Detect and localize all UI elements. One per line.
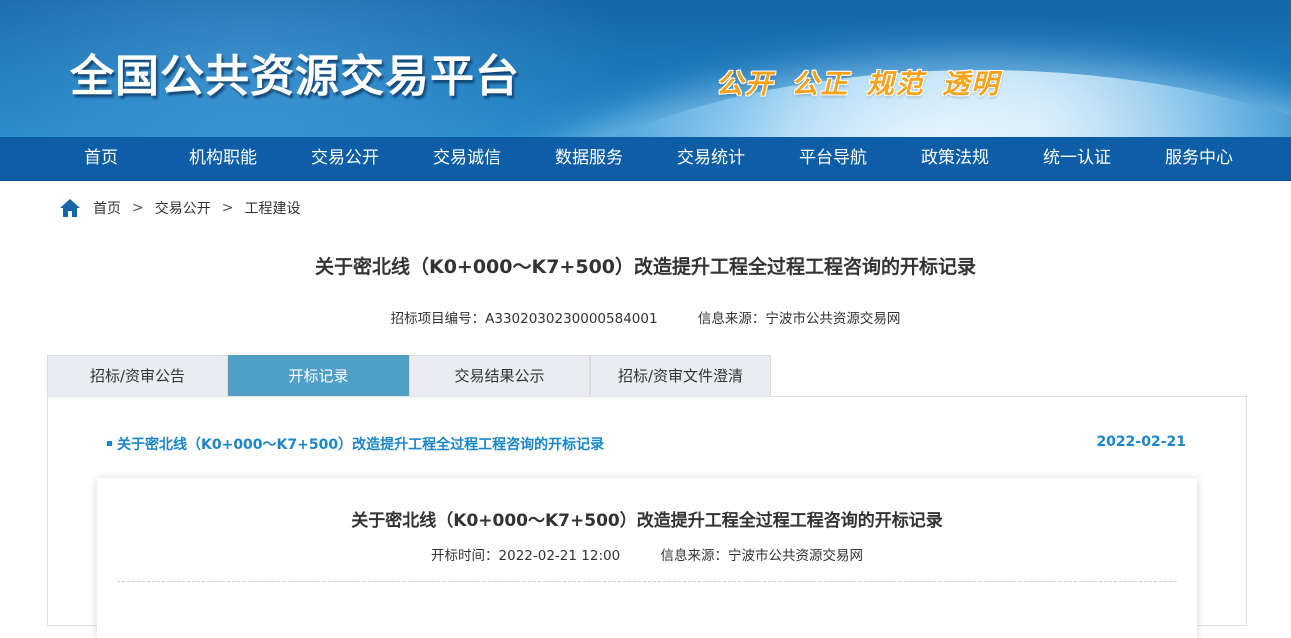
nav-item-trade-disclosure[interactable]: 交易公开	[284, 137, 406, 180]
breadcrumb: 首页 > 交易公开 > 工程建设	[59, 198, 300, 218]
bullet-icon	[107, 440, 112, 446]
home-icon[interactable]	[59, 198, 81, 218]
tab-trade-result[interactable]: 交易结果公示	[409, 355, 590, 396]
breadcrumb-engineering[interactable]: 工程建设	[244, 198, 300, 218]
nav-item-platform-navigation[interactable]: 平台导航	[772, 137, 894, 180]
list-item-date: 2022-02-21	[1096, 434, 1186, 450]
nav-item-home[interactable]: 首页	[40, 137, 162, 180]
nav-item-trade-credit[interactable]: 交易诚信	[406, 137, 528, 180]
breadcrumb-home[interactable]: 首页	[93, 198, 121, 218]
article-meta: 招标项目编号：A3302030230000584001 信息来源：宁波市公共资源…	[0, 307, 1291, 327]
detail-info-source: 信息来源：宁波市公共资源交易网	[660, 548, 863, 564]
list-item-title: 关于密北线（K0+000～K7+500）改造提升工程全过程工程咨询的开标记录	[117, 437, 605, 453]
nav-item-data-services[interactable]: 数据服务	[528, 137, 650, 180]
tab-document-clarification[interactable]: 招标/资审文件澄清	[590, 355, 771, 396]
tab-bar: 招标/资审公告 开标记录 交易结果公示 招标/资审文件澄清	[47, 355, 771, 396]
divider	[117, 581, 1177, 582]
nav-item-trade-statistics[interactable]: 交易统计	[650, 137, 772, 180]
detail-meta: 开标时间：2022-02-21 12:00 信息来源：宁波市公共资源交易网	[97, 544, 1197, 564]
nav-item-agency-functions[interactable]: 机构职能	[162, 137, 284, 180]
breadcrumb-trade-disclosure[interactable]: 交易公开	[155, 198, 211, 218]
detail-card: 关于密北线（K0+000～K7+500）改造提升工程全过程工程咨询的开标记录 开…	[97, 478, 1197, 638]
project-number: 招标项目编号：A3302030230000584001	[390, 311, 658, 327]
list-item: 关于密北线（K0+000～K7+500）改造提升工程全过程工程咨询的开标记录 2…	[107, 434, 1186, 454]
list-item-link[interactable]: 关于密北线（K0+000～K7+500）改造提升工程全过程工程咨询的开标记录	[107, 434, 604, 454]
detail-title: 关于密北线（K0+000～K7+500）改造提升工程全过程工程咨询的开标记录	[351, 511, 943, 531]
open-time: 开标时间：2022-02-21 12:00	[431, 548, 621, 564]
site-slogan: 公开 公正 规范 透明	[716, 69, 1001, 100]
nav-item-policies[interactable]: 政策法规	[894, 137, 1016, 180]
site-banner: 全国公共资源交易平台 公开 公正 规范 透明	[0, 0, 1291, 137]
tab-tender-notice[interactable]: 招标/资审公告	[47, 355, 228, 396]
breadcrumb-separator: >	[221, 200, 234, 216]
site-title: 全国公共资源交易平台	[70, 51, 520, 102]
page-title: 关于密北线（K0+000～K7+500）改造提升工程全过程工程咨询的开标记录	[314, 256, 977, 278]
nav-item-unified-auth[interactable]: 统一认证	[1016, 137, 1138, 180]
tab-bid-opening-record[interactable]: 开标记录	[228, 355, 409, 396]
main-nav: 首页 机构职能 交易公开 交易诚信 数据服务 交易统计 平台导航 政策法规 统一…	[0, 137, 1291, 181]
nav-item-service-center[interactable]: 服务中心	[1138, 137, 1260, 180]
info-source: 信息来源：宁波市公共资源交易网	[697, 311, 901, 327]
breadcrumb-separator: >	[132, 200, 144, 216]
